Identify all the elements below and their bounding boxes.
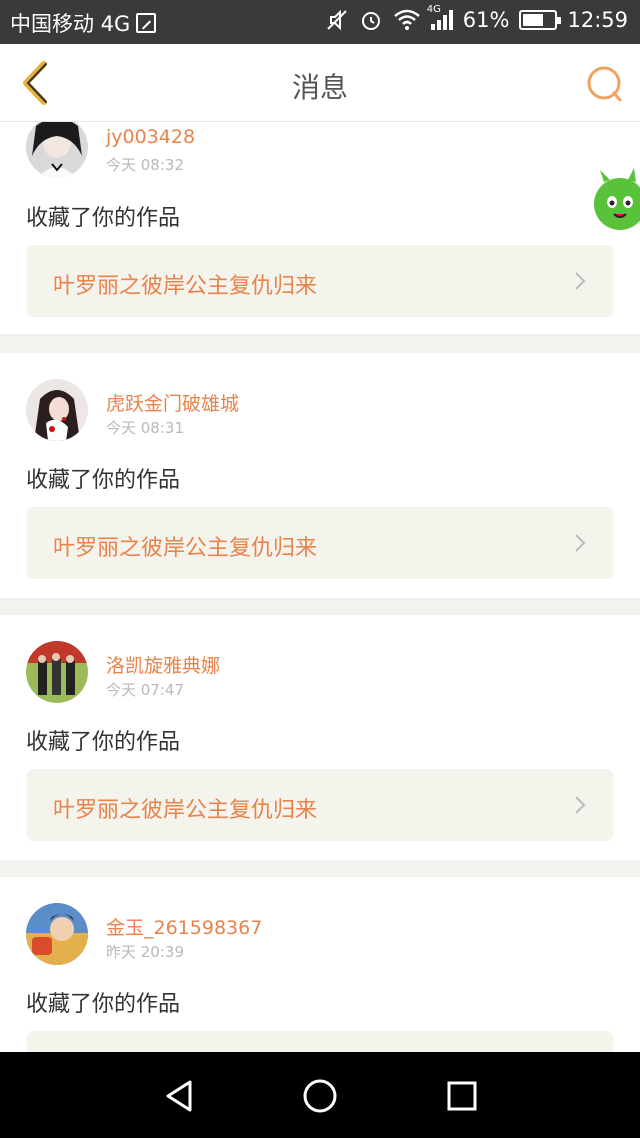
timestamp: 今天 08:31 [106,419,184,437]
alarm-icon [361,12,380,30]
chevron-right-icon [575,796,586,814]
recents-square-icon [447,1081,477,1111]
sim-icon [136,13,157,33]
username[interactable]: jy003428 [106,126,195,148]
action-text: 收藏了你的作品 [26,206,181,231]
network-badge: 4G [426,4,441,15]
battery-percent: 61% [462,8,510,32]
avatar[interactable] [26,379,88,441]
carrier-label: 中国移动 4G [10,12,131,36]
clock: 12:59 [567,8,628,32]
chevron-right-icon [575,272,586,290]
message-card: 洛凯旋雅典娜 今天 07:47 收藏了你的作品 叶罗丽之彼岸公主复仇归来 [0,615,640,860]
mute-icon [327,9,347,31]
work-link[interactable]: 叶罗丽之彼岸公主复仇归来 [27,769,613,841]
timestamp: 今天 08:32 [106,156,184,174]
nav-back-button[interactable] [158,1074,202,1118]
chevron-right-icon [575,534,586,552]
work-title: 叶罗丽之彼岸公主复仇归来 [53,274,318,299]
message-feed[interactable]: jy003428 今天 08:32 收藏了你的作品 叶罗丽之彼岸公主复仇归来 虎… [0,122,640,1052]
avatar[interactable] [26,122,88,178]
timestamp: 昨天 20:39 [106,943,184,961]
username[interactable]: 虎跃金门破雄城 [106,389,239,416]
search-button[interactable] [584,64,624,104]
action-text: 收藏了你的作品 [26,468,181,493]
home-circle-icon [303,1079,337,1113]
work-title: 叶罗丽之彼岸公主复仇归来 [53,536,318,561]
work-link[interactable]: 叶罗丽之彼岸公主复仇归来 [27,245,613,317]
action-text: 收藏了你的作品 [26,730,181,755]
username[interactable]: 金玉_261598367 [106,913,262,940]
wifi-icon [393,9,420,30]
status-right: 4G 61% 12:59 [325,4,628,32]
work-link[interactable]: 叶罗丽之彼岸公主复仇归来 [27,507,613,579]
nav-recents-button[interactable] [440,1074,484,1118]
message-card: jy003428 今天 08:32 收藏了你的作品 叶罗丽之彼岸公主复仇归来 [0,122,640,334]
system-nav-bar [0,1052,640,1138]
action-text: 收藏了你的作品 [26,992,181,1017]
work-title: 叶罗丽之彼岸公主复仇归来 [53,798,318,823]
message-card: 虎跃金门破雄城 今天 08:31 收藏了你的作品 叶罗丽之彼岸公主复仇归来 [0,353,640,598]
search-icon [587,66,622,102]
timestamp: 今天 07:47 [106,681,184,699]
username[interactable]: 洛凯旋雅典娜 [106,651,220,678]
avatar[interactable] [26,903,88,965]
page-title: 消息 [291,71,348,104]
message-card: 金玉_261598367 昨天 20:39 收藏了你的作品 [0,877,640,1052]
back-triangle-icon [166,1080,192,1112]
avatar[interactable] [26,641,88,703]
status-left: 中国移动 4G [10,8,157,38]
battery-icon [519,10,562,30]
nav-home-button[interactable] [298,1074,342,1118]
top-bar: 消息 [0,44,640,122]
floating-mascot-icon[interactable] [588,168,640,234]
status-bar: 中国移动 4G 4G 61% 12:59 [0,0,640,44]
work-link[interactable] [27,1031,613,1052]
